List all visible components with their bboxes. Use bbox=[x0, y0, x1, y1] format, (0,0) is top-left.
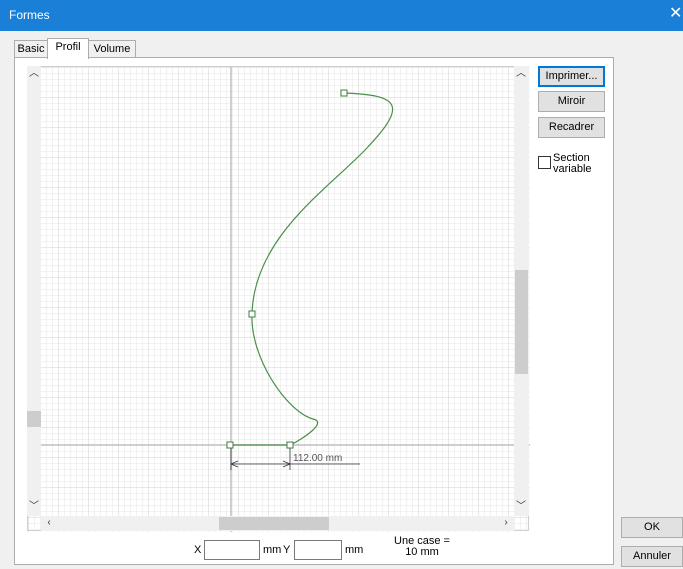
chevron-down-icon[interactable]: ﹀ bbox=[28, 501, 40, 513]
title-bar: Formes ✕ bbox=[0, 0, 683, 31]
control-point[interactable] bbox=[226, 441, 234, 449]
vertical-scrollbar[interactable]: ︿ ﹀ bbox=[514, 66, 529, 516]
y-coordinate-input[interactable] bbox=[294, 540, 342, 560]
left-scrollbar-thumb[interactable] bbox=[27, 411, 41, 427]
section-variable-checkbox[interactable] bbox=[538, 156, 551, 169]
tab-volume[interactable]: Volume bbox=[88, 40, 136, 58]
x-coordinate-input[interactable] bbox=[204, 540, 260, 560]
section-variable-label: Section variable bbox=[553, 152, 592, 175]
control-point[interactable] bbox=[340, 89, 348, 97]
scale-note: Une case = 10 mm bbox=[380, 536, 464, 558]
x-label: X bbox=[194, 544, 202, 556]
tab-basic[interactable]: Basic bbox=[14, 40, 48, 58]
left-scrollbar[interactable]: ︿ ﹀ bbox=[27, 66, 41, 516]
scale-note-line2: 10 mm bbox=[405, 546, 439, 558]
chevron-left-icon[interactable]: ‹ bbox=[43, 517, 55, 529]
profile-grid-drawing: 112.00 mm bbox=[28, 67, 530, 532]
y-label: Y bbox=[283, 544, 291, 556]
grid bbox=[28, 67, 530, 532]
dimension-label: 112.00 mm bbox=[293, 453, 342, 464]
chevron-right-icon[interactable]: › bbox=[500, 517, 512, 529]
vertical-scrollbar-thumb[interactable] bbox=[515, 270, 528, 374]
window-title: Formes bbox=[9, 8, 50, 22]
horizontal-scrollbar[interactable]: ‹ › bbox=[41, 516, 514, 531]
tab-profil[interactable]: Profil bbox=[47, 38, 89, 59]
chevron-up-icon[interactable]: ︿ bbox=[515, 68, 527, 80]
print-button[interactable]: Imprimer... bbox=[538, 66, 605, 87]
reframe-button[interactable]: Recadrer bbox=[538, 117, 605, 138]
cancel-button[interactable]: Annuler bbox=[621, 546, 683, 567]
chevron-up-icon[interactable]: ︿ bbox=[28, 68, 40, 80]
control-point[interactable] bbox=[248, 310, 256, 318]
ok-button[interactable]: OK bbox=[621, 517, 683, 538]
chevron-down-icon[interactable]: ﹀ bbox=[515, 501, 527, 513]
mirror-button[interactable]: Miroir bbox=[538, 91, 605, 112]
control-point[interactable] bbox=[286, 441, 294, 449]
profile-canvas[interactable]: 112.00 mm bbox=[27, 66, 530, 532]
close-icon[interactable]: ✕ bbox=[669, 4, 683, 24]
x-unit-label: mm bbox=[263, 544, 282, 556]
y-unit-label: mm bbox=[345, 544, 364, 556]
horizontal-scrollbar-thumb[interactable] bbox=[219, 517, 329, 530]
